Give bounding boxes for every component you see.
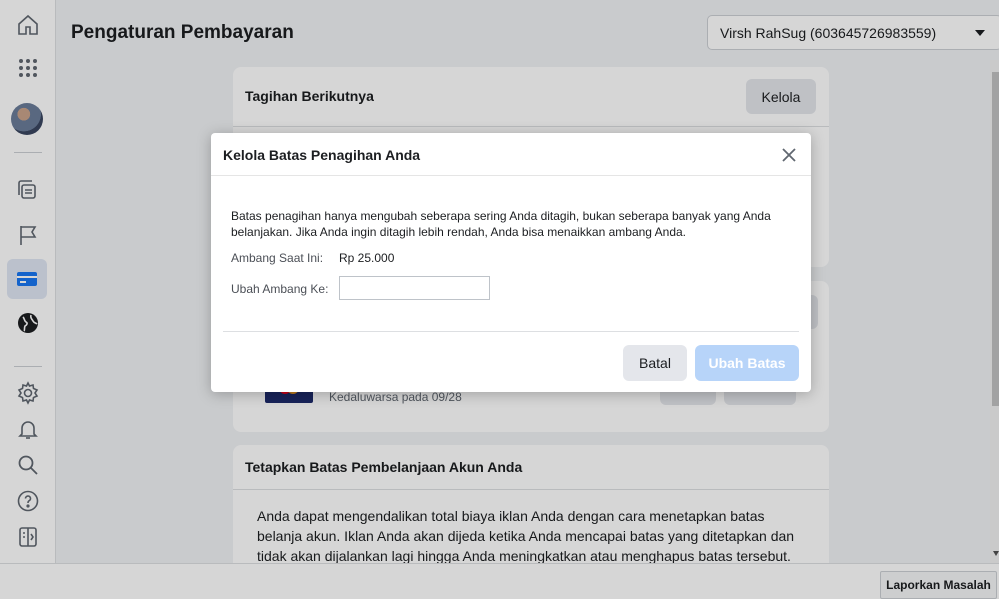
close-icon[interactable] [779, 145, 799, 165]
new-threshold-input[interactable] [339, 276, 490, 300]
change-limit-button[interactable]: Ubah Batas [695, 345, 799, 381]
dialog-divider [223, 331, 799, 332]
dialog-description: Batas penagihan hanya mengubah seberapa … [231, 209, 771, 239]
current-threshold-value: Rp 25.000 [339, 251, 395, 265]
dialog-title: Kelola Batas Penagihan Anda [211, 133, 811, 176]
change-threshold-label: Ubah Ambang Ke: [231, 282, 329, 296]
current-threshold-label: Ambang Saat Ini: [231, 251, 324, 265]
billing-threshold-dialog: Kelola Batas Penagihan Anda Batas penagi… [211, 133, 811, 392]
cancel-button[interactable]: Batal [623, 345, 687, 381]
